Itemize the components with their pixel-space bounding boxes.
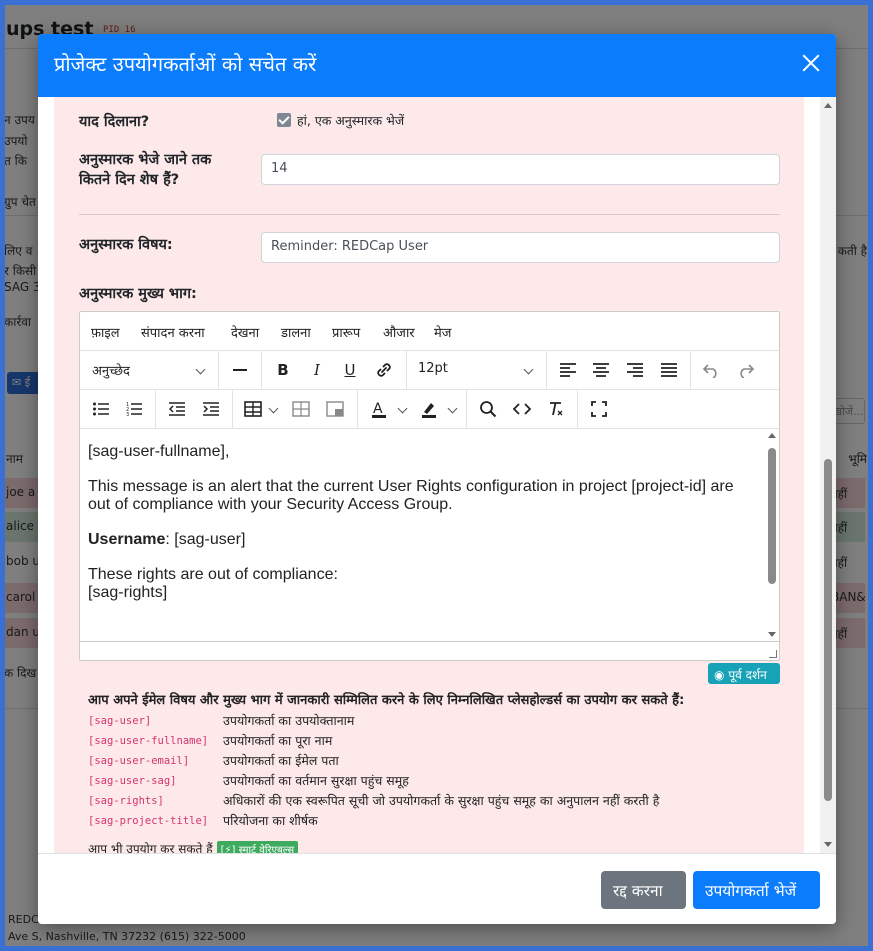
- font-size-select[interactable]: 12pt: [418, 361, 448, 376]
- placeholder-code: [sag-user]: [88, 715, 152, 727]
- text-color-icon[interactable]: A: [367, 398, 391, 420]
- placeholder-desc: अधिकारों की एक स्वरूपित सूची जो उपयोगकर्…: [223, 793, 660, 808]
- numbered-list-icon[interactable]: 123: [122, 398, 146, 420]
- table-icon[interactable]: [241, 398, 265, 420]
- placeholder-desc: उपयोगकर्ता का ईमेल पता: [223, 753, 339, 768]
- chevron-down-icon[interactable]: [195, 364, 206, 375]
- scroll-down-icon[interactable]: [768, 632, 776, 637]
- menu-view[interactable]: देखना: [231, 323, 259, 341]
- modal-body: याद दिलाना? हां, एक अनुस्मारक भेजें अनुस…: [38, 97, 820, 853]
- align-left-icon[interactable]: [556, 359, 580, 381]
- align-center-icon[interactable]: [589, 359, 613, 381]
- outdent-icon[interactable]: [165, 398, 189, 420]
- placeholders-intro: आप अपने ईमेल विषय और मुख्य भाग में जानका…: [88, 693, 685, 708]
- close-icon[interactable]: [802, 54, 820, 72]
- menu-file[interactable]: फ़ाइल: [91, 323, 120, 341]
- content-username: Username: [sag-user]: [88, 530, 246, 548]
- cancel-button[interactable]: रद्द करना: [601, 871, 686, 909]
- modal-scroll-thumb[interactable]: [824, 459, 832, 801]
- menu-edit[interactable]: संपादन करना: [141, 323, 205, 341]
- redo-icon[interactable]: [734, 359, 758, 381]
- menu-tools[interactable]: औजार: [383, 323, 415, 341]
- reminder-checkbox-label[interactable]: हां, एक अनुस्मारक भेजें: [297, 112, 404, 129]
- align-right-icon[interactable]: [623, 359, 647, 381]
- svg-text:3: 3: [126, 412, 129, 416]
- scroll-down-icon[interactable]: [824, 842, 832, 847]
- svg-text:A: A: [373, 401, 383, 417]
- chevron-down-icon[interactable]: [268, 403, 279, 414]
- modal-scrollbar[interactable]: [820, 97, 836, 853]
- chevron-down-icon[interactable]: [447, 403, 458, 414]
- bullet-list-icon[interactable]: [89, 398, 113, 420]
- placeholder-code: [sag-user-email]: [88, 755, 190, 767]
- rich-text-editor: फ़ाइल संपादन करना देखना डालना प्रारूप औज…: [79, 311, 780, 661]
- italic-icon[interactable]: I: [305, 359, 329, 381]
- editor-menubar: फ़ाइल संपादन करना देखना डालना प्रारूप औज…: [80, 312, 779, 351]
- content-greeting: [sag-user-fullname],: [88, 443, 230, 460]
- scroll-up-icon[interactable]: [824, 103, 832, 108]
- placeholder-code: [sag-rights]: [88, 795, 164, 807]
- days-label: अनुस्मारक भेजे जाने तक कितने दिन शेष हैं…: [79, 152, 212, 189]
- placeholder-code: [sag-user-sag]: [88, 775, 177, 787]
- underline-icon[interactable]: U: [338, 359, 362, 381]
- horizontal-rule-icon[interactable]: [228, 359, 252, 381]
- section-divider: [79, 214, 780, 215]
- placeholder-desc: परियोजना का शीर्षक: [223, 813, 318, 828]
- preview-button[interactable]: ◉ पूर्व दर्शन: [708, 663, 780, 684]
- form-panel: याद दिलाना? हां, एक अनुस्मारक भेजें अनुस…: [54, 97, 804, 853]
- highlight-color-icon[interactable]: [417, 398, 441, 420]
- reminder-checkbox[interactable]: [277, 113, 291, 127]
- search-icon[interactable]: [476, 398, 500, 420]
- editor-toolbar-row-1: अनुच्छेद B I U 12pt: [80, 351, 779, 390]
- indent-icon[interactable]: [199, 398, 223, 420]
- placeholder-desc: उपयोगकर्ता का वर्तमान सुरक्षा पहुंच समूह: [223, 773, 409, 788]
- smart-variables-button[interactable]: [⚡] स्मार्ट वेरिएबल्स: [216, 841, 299, 853]
- placeholder-code: [sag-user-fullname]: [88, 735, 209, 747]
- table-cell-icon[interactable]: [323, 398, 347, 420]
- send-button[interactable]: उपयोगकर्ता भेजें: [693, 871, 820, 909]
- editor-statusbar: [80, 641, 779, 660]
- modal-header: प्रोजेक्ट उपयोगकर्ताओं को सचेत करें: [38, 34, 836, 97]
- clear-format-icon[interactable]: [544, 398, 568, 420]
- link-icon[interactable]: [372, 359, 396, 381]
- placeholder-desc: उपयोगकर्ता का उपयोक्तानाम: [223, 713, 355, 728]
- editor-content[interactable]: [sag-user-fullname], This message is an …: [80, 429, 766, 643]
- editor-scrollbar[interactable]: [765, 429, 779, 643]
- body-label: अनुस्मारक मुख्य भाग:: [79, 286, 197, 302]
- paragraph-select[interactable]: अनुच्छेद: [92, 361, 130, 379]
- chevron-down-icon[interactable]: [523, 364, 534, 375]
- editor-toolbar-row-2: 123 A: [80, 390, 779, 429]
- table-row-icon[interactable]: [289, 398, 313, 420]
- chevron-down-icon[interactable]: [397, 403, 408, 414]
- menu-insert[interactable]: डालना: [281, 323, 311, 341]
- resize-handle[interactable]: [769, 650, 777, 658]
- align-justify-icon[interactable]: [657, 359, 681, 381]
- menu-table[interactable]: मेज: [434, 323, 451, 341]
- editor-scroll-thumb[interactable]: [768, 448, 776, 584]
- placeholder-code: [sag-project-title]: [88, 815, 209, 827]
- bold-icon[interactable]: B: [271, 359, 295, 381]
- menu-format[interactable]: प्रारूप: [332, 323, 360, 341]
- alert-users-modal: प्रोजेक्ट उपयोगकर्ताओं को सचेत करें याद …: [38, 34, 836, 924]
- subject-input[interactable]: Reminder: REDCap User: [261, 232, 780, 263]
- modal-footer: रद्द करना उपयोगकर्ता भेजें: [38, 853, 836, 924]
- eye-icon: ◉: [714, 668, 725, 682]
- fullscreen-icon[interactable]: [587, 398, 611, 420]
- code-icon[interactable]: [510, 398, 534, 420]
- subject-label: अनुस्मारक विषय:: [79, 237, 173, 253]
- days-input[interactable]: 14: [261, 154, 780, 185]
- content-rights: These rights are out of compliance: [sag-…: [88, 565, 338, 601]
- undo-icon[interactable]: [699, 359, 723, 381]
- content-message: This message is an alert that the curren…: [88, 477, 734, 513]
- placeholder-desc: उपयोगकर्ता का पूरा नाम: [223, 733, 333, 748]
- smart-variables-line: आप भी उपयोग कर सकते हैं [⚡] स्मार्ट वेरिए…: [88, 840, 299, 853]
- reminder-label: याद दिलाना?: [79, 114, 150, 130]
- scroll-up-icon[interactable]: [768, 433, 776, 438]
- modal-title: प्रोजेक्ट उपयोगकर्ताओं को सचेत करें: [54, 52, 317, 76]
